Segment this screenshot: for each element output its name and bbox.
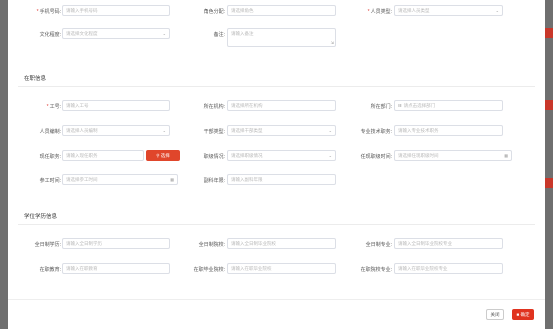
phone-label: *手机号码: — [36, 9, 61, 15]
chevron-down-icon: ⌄ — [328, 153, 332, 158]
pt-edu-label: 在职教育: — [39, 267, 61, 273]
divider — [18, 224, 535, 225]
seniority-input[interactable]: 请输入副科年限 — [227, 174, 336, 185]
ft-major-input[interactable]: 请输入全日制毕业院校专业 — [394, 238, 503, 249]
education-select[interactable]: 请选择文化程度 ⌄ — [62, 28, 170, 39]
education-section-title: 学位学历信息 — [24, 214, 58, 220]
background-accent — [545, 100, 553, 110]
person-type-label: *人员类型: — [367, 9, 392, 15]
rank-label: 职级情况: — [203, 154, 225, 160]
person-type-select[interactable]: 请选择人员类型 ⌄ — [394, 5, 503, 16]
rank-time-label: 任现职级时间: — [360, 154, 392, 160]
job-section-title: 在职信息 — [24, 76, 47, 82]
pt-school-label: 在职毕业院校: — [193, 267, 225, 273]
job-no-input[interactable]: 请输入工号 — [62, 100, 170, 111]
modal-overlay-left — [0, 0, 8, 329]
org-label: 所在机构: — [203, 104, 225, 110]
chevron-down-icon: ⌄ — [162, 31, 166, 36]
seniority-label: 副科年限: — [203, 178, 225, 184]
org-tree-icon: ☷ — [398, 103, 402, 108]
education-label: 文化程度: — [39, 32, 61, 38]
calendar-icon: ▦ — [504, 153, 508, 158]
resize-handle-icon[interactable]: ⇲ — [331, 41, 334, 45]
ft-degree-input[interactable]: 请输入全日制学历 — [62, 238, 170, 249]
staffing-select[interactable]: 请选择人员编制 ⌄ — [62, 125, 170, 136]
tech-title-input[interactable]: 请输入专业技术职务 — [394, 125, 503, 136]
rank-select[interactable]: 请选择职级情况 ⌄ — [227, 150, 336, 161]
staffing-label: 人员编制: — [39, 129, 61, 135]
rank-time-datepicker[interactable]: 请选择任现职级时间 ▦ — [394, 150, 512, 161]
org-select[interactable]: 请选择所在机构 — [227, 100, 336, 111]
remark-textarea[interactable]: 请输入备注 ⇲ — [227, 28, 336, 47]
cadre-type-label: 干部类型: — [203, 129, 225, 135]
work-time-label: 参工时间: — [39, 178, 61, 184]
job-no-label: *工号: — [46, 104, 61, 110]
pt-major-input[interactable]: 请输入在职毕业院校专业 — [394, 263, 503, 274]
chevron-down-icon: ⌄ — [162, 128, 166, 133]
background-accent — [545, 28, 553, 38]
ft-school-label: 全日制院校: — [198, 242, 225, 248]
edit-person-dialog: *手机号码: 请输入手机号码 角色分配: 请选择角色 *人员类型: 请选择人员类… — [8, 0, 545, 329]
pt-major-label: 在职院校专业: — [360, 267, 392, 273]
ft-degree-label: 全日制学历: — [34, 242, 61, 248]
position-label: 现任职务: — [39, 154, 61, 160]
dept-picker[interactable]: ☷ 请点击选择部门 — [394, 100, 503, 111]
position-input[interactable]: 请输入现任职务 — [62, 150, 144, 161]
remark-label: 备注: — [213, 32, 225, 38]
confirm-button[interactable]: ■ 确定 — [512, 309, 534, 320]
ft-school-input[interactable]: 请输入全日制毕业院校 — [227, 238, 336, 249]
chevron-down-icon: ⌄ — [495, 8, 499, 13]
pt-school-input[interactable]: 请输入在职毕业院校 — [227, 263, 336, 274]
close-button[interactable]: 关闭 — [486, 309, 504, 320]
chevron-down-icon: ⌄ — [328, 128, 332, 133]
cadre-type-select[interactable]: 请选择干部类型 ⌄ — [227, 125, 336, 136]
role-select[interactable]: 请选择角色 — [227, 5, 336, 16]
modal-overlay-right — [545, 0, 553, 329]
phone-input[interactable]: 请输入手机号码 — [62, 5, 170, 16]
background-accent — [545, 178, 553, 188]
calendar-icon: ▦ — [170, 177, 174, 182]
role-label: 角色分配: — [203, 9, 225, 15]
dept-label: 所在部门: — [370, 104, 392, 110]
tech-title-label: 专业技术职务: — [360, 129, 392, 135]
work-time-datepicker[interactable]: 请选择参工时间 ▦ — [62, 174, 178, 185]
ft-major-label: 全日制专业: — [365, 242, 392, 248]
dialog-footer: 关闭 ■ 确定 — [8, 299, 545, 329]
pt-edu-input[interactable]: 请输入在职教育 — [62, 263, 170, 274]
divider — [18, 86, 535, 87]
